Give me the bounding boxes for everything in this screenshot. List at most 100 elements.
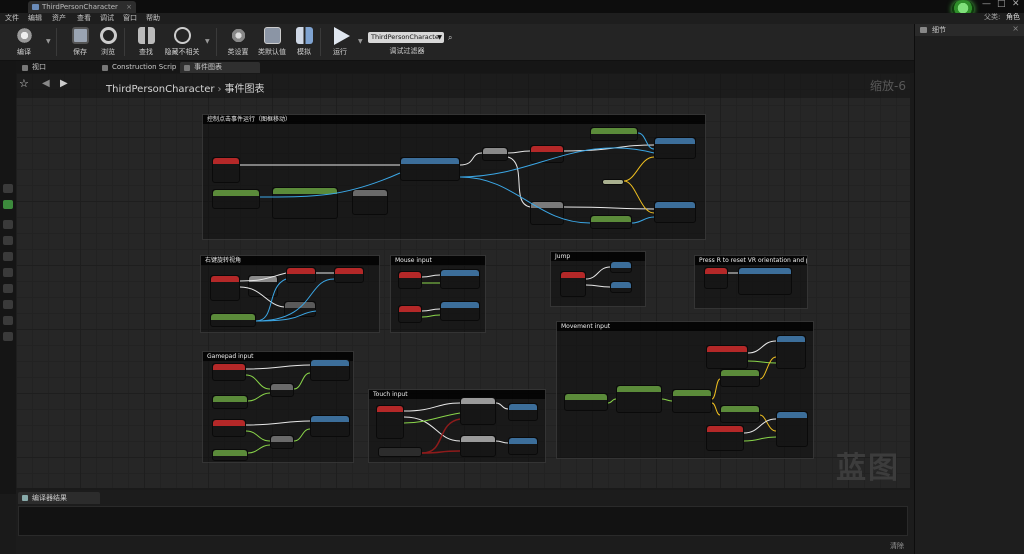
strip-button-icon[interactable]	[3, 316, 13, 325]
branch-node[interactable]	[460, 435, 496, 457]
function-node[interactable]	[508, 437, 538, 455]
function-node[interactable]	[738, 267, 792, 295]
menu-help[interactable]: 帮助	[146, 13, 160, 24]
function-node[interactable]	[616, 385, 662, 413]
set-node[interactable]	[286, 267, 316, 283]
node-header	[213, 396, 247, 402]
pure-node[interactable]	[378, 447, 422, 457]
event-node[interactable]	[212, 363, 246, 381]
menu-debug[interactable]: 调试	[100, 13, 114, 24]
maximize-button[interactable]: □	[997, 0, 1006, 9]
event-node[interactable]	[210, 275, 240, 301]
branch-node[interactable]	[482, 147, 508, 161]
minimize-button[interactable]: —	[982, 0, 991, 9]
hide-unrelated-button[interactable]: 隐藏不相关	[165, 26, 200, 59]
strip-button-icon[interactable]	[3, 184, 13, 193]
pure-node[interactable]	[212, 189, 260, 209]
pure-node[interactable]	[564, 393, 608, 411]
strip-button-icon[interactable]	[3, 284, 13, 293]
event-node[interactable]	[398, 271, 422, 289]
back-arrow-icon[interactable]: ◀	[42, 78, 50, 89]
function-node[interactable]	[270, 383, 294, 397]
find-button[interactable]: 查找	[130, 26, 162, 59]
function-node[interactable]	[352, 189, 388, 215]
set-node[interactable]	[284, 301, 316, 317]
clear-button[interactable]: 清除	[890, 541, 904, 551]
event-node[interactable]	[212, 157, 240, 183]
menu-file[interactable]: 文件	[5, 13, 19, 24]
favorite-star-icon[interactable]: ☆	[19, 77, 29, 90]
tab-construction-script[interactable]: Construction Scrip	[98, 62, 178, 73]
function-node[interactable]	[272, 187, 338, 219]
event-node[interactable]	[212, 419, 246, 437]
tab-viewport[interactable]: 视口	[18, 62, 94, 73]
function-node[interactable]	[310, 359, 350, 381]
document-tab[interactable]: ThirdPersonCharacter ×	[28, 1, 136, 13]
strip-button-icon[interactable]	[3, 268, 13, 277]
strip-button-icon[interactable]	[3, 332, 13, 341]
function-node[interactable]	[610, 261, 632, 273]
function-node[interactable]	[248, 275, 278, 297]
breadcrumb-current[interactable]: 事件图表	[224, 84, 264, 95]
function-node[interactable]	[654, 201, 696, 223]
function-node[interactable]	[310, 415, 350, 437]
debug-object-select[interactable]: ThirdPersonCharacter ▼	[368, 32, 444, 43]
function-node[interactable]	[508, 403, 538, 421]
branch-node[interactable]	[460, 397, 496, 425]
hide-unrelated-dropdown-icon[interactable]: ▼	[205, 38, 210, 45]
play-dropdown-icon[interactable]: ▼	[358, 38, 363, 45]
pure-node[interactable]	[590, 127, 638, 141]
browse-button[interactable]: 浏览	[92, 26, 124, 59]
function-node[interactable]	[440, 269, 480, 289]
function-node[interactable]	[654, 137, 696, 159]
compile-button[interactable]: 编译	[8, 26, 40, 59]
event-graph-canvas[interactable]: ☆ ◀ ▶ ThirdPersonCharacter › 事件图表 缩放-6 控制点…	[16, 73, 910, 488]
menu-asset[interactable]: 资产	[52, 13, 66, 24]
pure-node[interactable]	[212, 449, 248, 461]
strip-button-icon[interactable]	[3, 220, 13, 229]
menu-view[interactable]: 查看	[77, 13, 91, 24]
function-node[interactable]	[776, 411, 808, 447]
breadcrumb-root[interactable]: ThirdPersonCharacter	[106, 84, 214, 95]
set-node[interactable]	[530, 201, 564, 225]
close-button[interactable]: ✕	[1012, 0, 1020, 9]
simulation-button[interactable]: 模拟	[288, 26, 320, 59]
strip-button-icon[interactable]	[3, 236, 13, 245]
event-node[interactable]	[398, 305, 422, 323]
function-node[interactable]	[400, 157, 460, 181]
event-node[interactable]	[560, 271, 586, 297]
tab-compiler-results[interactable]: 编译器结果	[18, 492, 100, 504]
event-node[interactable]	[376, 405, 404, 439]
pure-node[interactable]	[720, 405, 760, 423]
forward-arrow-icon[interactable]: ▶	[60, 78, 68, 89]
pure-node[interactable]	[210, 313, 256, 327]
function-node[interactable]	[776, 335, 806, 369]
search-icon[interactable]: ⌕	[448, 33, 452, 43]
details-tab[interactable]: 细节 ×	[915, 24, 1024, 36]
event-node[interactable]	[706, 425, 744, 451]
function-node[interactable]	[672, 389, 712, 413]
function-node[interactable]	[440, 301, 480, 321]
strip-add-icon[interactable]	[3, 200, 13, 209]
compile-dropdown-icon[interactable]: ▼	[46, 38, 51, 45]
pure-node[interactable]	[720, 369, 760, 387]
strip-button-icon[interactable]	[3, 300, 13, 309]
reroute-node[interactable]	[602, 179, 624, 185]
pure-node[interactable]	[212, 395, 248, 409]
event-node[interactable]	[706, 345, 748, 369]
function-node[interactable]	[270, 435, 294, 449]
event-node[interactable]	[704, 267, 728, 289]
strip-button-icon[interactable]	[3, 252, 13, 261]
set-node[interactable]	[530, 145, 564, 163]
parent-class-value[interactable]: 角色	[1006, 12, 1020, 22]
pure-node[interactable]	[590, 215, 632, 229]
play-button[interactable]: 运行	[324, 26, 356, 59]
class-settings-button[interactable]: 类设置	[222, 26, 254, 59]
tab-event-graph[interactable]: 事件图表	[180, 62, 260, 73]
menu-window[interactable]: 窗口	[123, 13, 137, 24]
menu-edit[interactable]: 编辑	[28, 13, 42, 24]
close-icon[interactable]: ×	[1012, 24, 1019, 33]
set-node[interactable]	[334, 267, 364, 283]
function-node[interactable]	[610, 281, 632, 293]
close-tab-icon[interactable]: ×	[126, 1, 132, 13]
